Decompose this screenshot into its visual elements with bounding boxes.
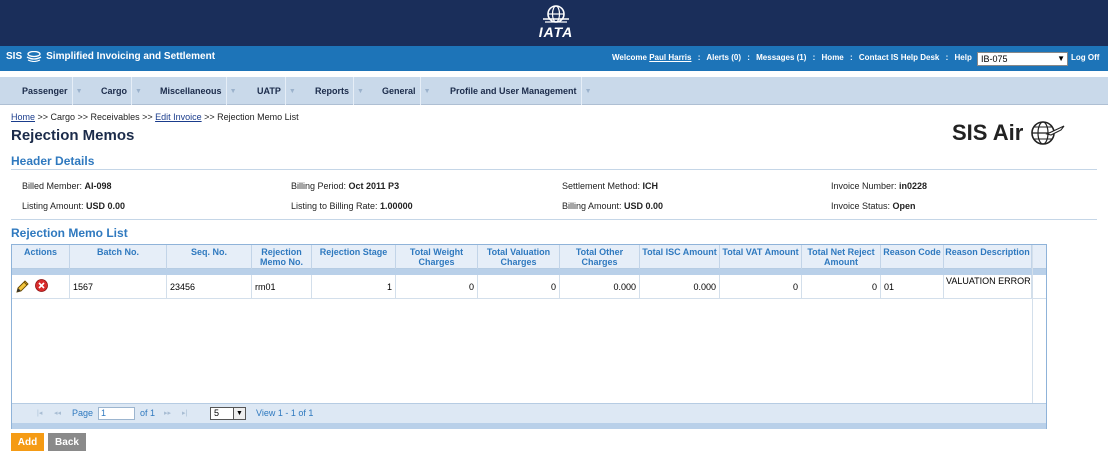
- app-header: SIS Simplified Invoicing and Settlement …: [0, 46, 1108, 71]
- grid-scroll-area: [1032, 245, 1046, 405]
- chevron-down-icon: ▼: [284, 77, 299, 105]
- iata-wordmark: IATA: [538, 24, 574, 40]
- row-actions: [12, 275, 70, 299]
- chevron-down-icon: ▼: [1057, 54, 1065, 63]
- col-actions[interactable]: Actions: [12, 245, 70, 269]
- col-reason-code[interactable]: Reason Code: [881, 245, 944, 269]
- contact-helpdesk-link[interactable]: Contact IS Help Desk: [859, 53, 939, 62]
- next-page-icon[interactable]: ▸▸: [164, 409, 171, 417]
- menu-passenger[interactable]: Passenger ▼: [22, 77, 86, 105]
- col-rejection-stage[interactable]: Rejection Stage: [312, 245, 396, 269]
- grid-header: Actions Batch No. Seq. No. Rejection Mem…: [12, 245, 1046, 269]
- logoff-link[interactable]: Log Off: [1071, 53, 1099, 62]
- col-total-valuation-charges[interactable]: Total Valuation Charges: [478, 245, 560, 269]
- cell-reason-description: VALUATION ERROR: [944, 275, 1032, 299]
- cell-seq-no: 23456: [167, 275, 252, 299]
- menu-general[interactable]: General ▼: [382, 77, 434, 105]
- billing-period-field: Billing Period: Oct 2011 P3: [291, 181, 400, 191]
- listing-amount-field: Listing Amount: USD 0.00: [22, 201, 126, 211]
- breadcrumb: Home >> Cargo >> Receivables >> Edit Inv…: [11, 112, 299, 122]
- globe-icon: [543, 5, 569, 23]
- col-total-net-reject-amount[interactable]: Total Net Reject Amount: [802, 245, 881, 269]
- app-brand: SIS Simplified Invoicing and Settlement: [6, 51, 215, 62]
- breadcrumb-edit-invoice-link[interactable]: Edit Invoice: [155, 112, 202, 122]
- iata-logo: IATA: [528, 4, 584, 44]
- page-label: Page: [72, 408, 94, 418]
- cell-other-charges: 0.000: [560, 275, 640, 299]
- cell-weight-charges: 0: [396, 275, 478, 299]
- sis-logo-icon: [26, 51, 42, 62]
- back-button[interactable]: Back: [48, 433, 86, 451]
- page-number-input[interactable]: 1: [98, 407, 135, 420]
- menu-uatp[interactable]: UATP ▼: [257, 77, 299, 105]
- rejection-memo-grid: Actions Batch No. Seq. No. Rejection Mem…: [11, 244, 1047, 429]
- col-total-other-charges[interactable]: Total Other Charges: [560, 245, 640, 269]
- breadcrumb-home-link[interactable]: Home: [11, 112, 35, 122]
- member-select[interactable]: IB-075 ▼: [977, 52, 1068, 66]
- col-total-isc-amount[interactable]: Total ISC Amount: [640, 245, 720, 269]
- delete-icon[interactable]: [35, 279, 48, 292]
- header-details-title: Header Details: [11, 154, 95, 168]
- cell-batch-no: 1567: [70, 275, 167, 299]
- grid-pager: |◂ ◂◂ Page 1 of 1 ▸▸ ▸| 5 ▼ View 1 - 1 o…: [12, 403, 1046, 423]
- chevron-down-icon: ▼: [419, 77, 434, 105]
- billed-member-field: Billed Member: AI-098: [22, 181, 112, 191]
- settlement-method-field: Settlement Method: ICH: [562, 181, 659, 191]
- invoice-status-field: Invoice Status: Open: [831, 201, 916, 211]
- alerts-link[interactable]: Alerts (0): [706, 53, 741, 62]
- col-rejection-memo-no[interactable]: Rejection Memo No.: [252, 245, 312, 269]
- cell-memo-no: rm01: [252, 275, 312, 299]
- col-seq-no[interactable]: Seq. No.: [167, 245, 252, 269]
- menu-reports[interactable]: Reports ▼: [315, 77, 367, 105]
- cell-isc-amount: 0.000: [640, 275, 720, 299]
- first-page-icon[interactable]: |◂: [37, 409, 42, 417]
- menu-cargo[interactable]: Cargo ▼: [101, 77, 145, 105]
- col-batch-no[interactable]: Batch No.: [70, 245, 167, 269]
- col-total-weight-charges[interactable]: Total Weight Charges: [396, 245, 478, 269]
- top-links: Welcome Paul Harris : Alerts (0) : Messa…: [612, 53, 972, 62]
- menu-miscellaneous[interactable]: Miscellaneous ▼: [160, 77, 240, 105]
- memo-list-title: Rejection Memo List: [11, 226, 128, 240]
- page-count-label: of 1: [140, 408, 156, 418]
- last-page-icon[interactable]: ▸|: [182, 409, 187, 417]
- view-range-text: View 1 - 1 of 1: [256, 408, 314, 418]
- home-link[interactable]: Home: [822, 53, 844, 62]
- page-title: Rejection Memos: [11, 127, 135, 144]
- messages-link[interactable]: Messages (1): [756, 53, 806, 62]
- chevron-down-icon: ▼: [225, 77, 240, 105]
- top-banner: IATA: [0, 0, 1108, 46]
- app-title: Simplified Invoicing and Settlement: [46, 51, 216, 62]
- chevron-down-icon: ▼: [353, 77, 367, 105]
- cell-vat-amount: 0: [720, 275, 802, 299]
- chevron-down-icon: ▼: [580, 77, 595, 105]
- globe-plane-icon: [1031, 121, 1065, 145]
- cell-net-reject-amount: 0: [802, 275, 881, 299]
- add-button[interactable]: Add: [11, 433, 44, 451]
- member-select-value: IB-075: [981, 54, 1008, 64]
- main-menu: Passenger ▼ Cargo ▼ Miscellaneous ▼ UATP ▼ R…: [0, 77, 1108, 105]
- menu-profile-user-management[interactable]: Profile and User Management ▼: [450, 77, 595, 105]
- table-row[interactable]: 1567 23456 rm01 1 0 0 0.000 0.000 0 0 01…: [12, 275, 1046, 299]
- sis-air-logo-text: SIS Air: [952, 120, 1024, 145]
- user-name-link[interactable]: Paul Harris: [649, 53, 691, 62]
- cell-valuation-charges: 0: [478, 275, 560, 299]
- listing-rate-field: Listing to Billing Rate: 1.00000: [291, 201, 413, 211]
- cell-reason-code: 01: [881, 275, 944, 299]
- billing-amount-field: Billing Amount: USD 0.00: [562, 201, 664, 211]
- sis-logo-text: SIS: [6, 51, 23, 62]
- col-total-vat-amount[interactable]: Total VAT Amount: [720, 245, 802, 269]
- help-link[interactable]: Help: [955, 53, 972, 62]
- invoice-number-field: Invoice Number: in0228: [831, 181, 928, 191]
- prev-page-icon[interactable]: ◂◂: [54, 409, 61, 417]
- col-reason-description[interactable]: Reason Description: [944, 245, 1032, 269]
- page-size-select[interactable]: 5 ▼: [210, 407, 246, 420]
- sis-air-logo: SIS Air: [952, 120, 1065, 146]
- chevron-down-icon: ▼: [71, 77, 86, 105]
- welcome-text: Welcome: [612, 53, 647, 62]
- chevron-down-icon: ▼: [131, 77, 145, 105]
- chevron-down-icon: ▼: [233, 408, 245, 419]
- edit-pencil-icon[interactable]: [15, 280, 29, 294]
- cell-stage: 1: [312, 275, 396, 299]
